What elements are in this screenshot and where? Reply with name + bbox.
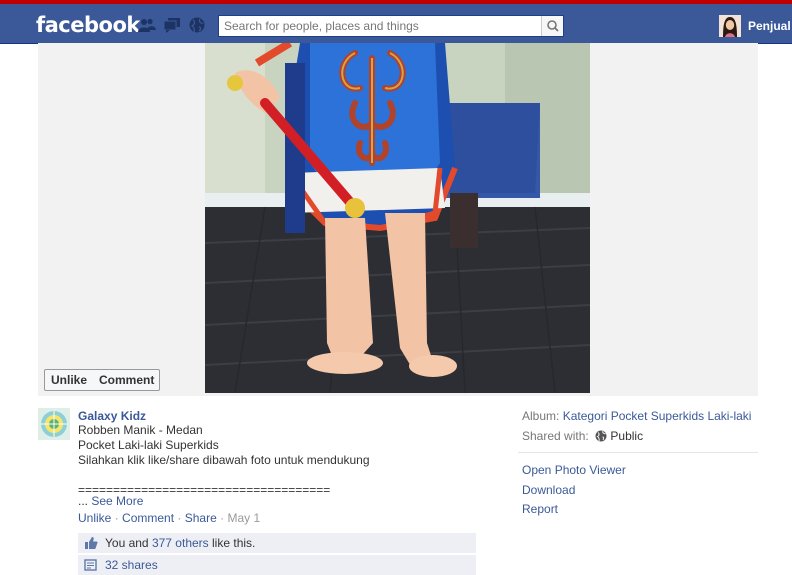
- likes-others-link[interactable]: 377 others: [152, 536, 209, 550]
- caption-line: [78, 468, 370, 483]
- messages-icon[interactable]: [163, 17, 181, 33]
- shares-icon: [84, 559, 97, 571]
- comment-link[interactable]: Comment: [122, 511, 174, 525]
- photo-image: [205, 43, 590, 393]
- likes-prefix: You and: [105, 536, 149, 550]
- user-name[interactable]: Penjual: [748, 19, 791, 33]
- photo-comment-button[interactable]: Comment: [93, 370, 160, 390]
- unlike-link[interactable]: Unlike: [78, 511, 111, 525]
- album-row: Album: Kategori Pocket Superkids Laki-la…: [522, 409, 751, 423]
- user-avatar[interactable]: [719, 15, 741, 37]
- see-more-link[interactable]: See More: [91, 494, 143, 508]
- poster-name-link[interactable]: Galaxy Kidz: [78, 409, 146, 423]
- search-button[interactable]: [541, 16, 563, 36]
- shared-with-row: Shared with: Public: [522, 429, 643, 443]
- notifications-globe-icon[interactable]: [188, 17, 206, 33]
- caption-line: Pocket Laki-laki Superkids: [78, 438, 219, 452]
- separator-dot: ·: [220, 511, 225, 525]
- open-photo-viewer-link[interactable]: Open Photo Viewer: [522, 463, 626, 477]
- search-input[interactable]: [219, 16, 541, 36]
- caption-line: Robben Manik - Medan: [78, 423, 203, 437]
- top-navigation-bar: facebook Penjual: [0, 4, 792, 44]
- public-globe-icon: [595, 430, 607, 442]
- separator-dot: ·: [177, 511, 182, 525]
- thumbs-up-icon: [85, 537, 98, 549]
- post-caption: Robben Manik - Medan Pocket Laki-laki Su…: [78, 423, 370, 498]
- sidebar-divider: [518, 452, 758, 453]
- facebook-logo[interactable]: facebook: [36, 13, 140, 37]
- download-link[interactable]: Download: [522, 483, 575, 497]
- photo-actions-bar: Unlike Comment: [44, 369, 160, 391]
- search-icon: [547, 20, 559, 32]
- likes-summary: You and 377 others like this.: [78, 533, 476, 553]
- likes-suffix: like this.: [212, 536, 256, 550]
- share-link[interactable]: Share: [185, 511, 217, 525]
- friend-requests-icon[interactable]: [138, 17, 156, 33]
- search-box: [218, 15, 564, 37]
- album-label: Album:: [522, 409, 560, 423]
- shares-count-link[interactable]: 32 shares: [105, 558, 158, 572]
- privacy-setting[interactable]: Public: [610, 429, 643, 443]
- album-link[interactable]: Kategori Pocket Superkids Laki-laki: [563, 409, 752, 423]
- caption-line: Silahkan klik like/share dibawah foto un…: [78, 453, 370, 467]
- see-more-row: ... See More: [78, 494, 143, 508]
- separator-dot: ·: [114, 511, 119, 525]
- post-date[interactable]: May 1: [227, 511, 260, 525]
- post-actions: Unlike · Comment · Share · May 1: [78, 511, 260, 525]
- photo-unlike-button[interactable]: Unlike: [45, 370, 93, 390]
- photo[interactable]: [205, 43, 590, 393]
- shared-with-label: Shared with:: [522, 429, 589, 443]
- shares-summary: 32 shares: [78, 555, 476, 575]
- poster-avatar[interactable]: [38, 408, 70, 440]
- caption-ellipsis: ...: [78, 494, 89, 508]
- report-link[interactable]: Report: [522, 502, 558, 516]
